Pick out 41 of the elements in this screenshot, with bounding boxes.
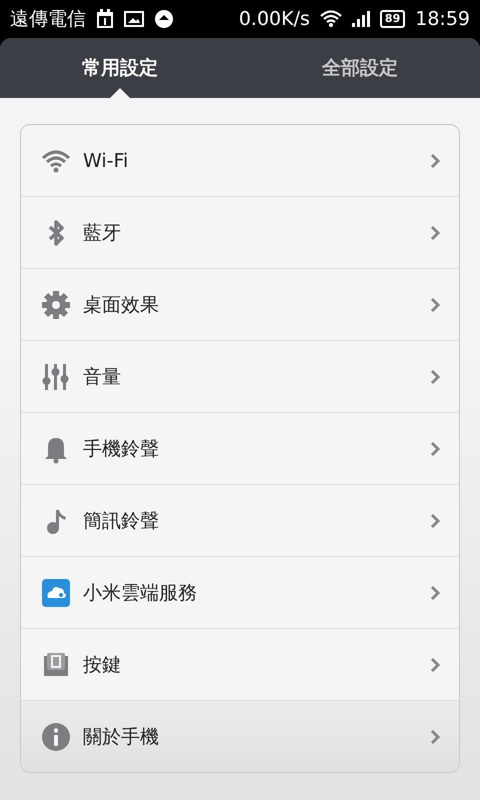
chevron-icon: [429, 656, 441, 672]
chevron-icon: [429, 296, 441, 312]
settings-row[interactable]: 藍牙: [21, 196, 459, 268]
chevron-icon: [429, 152, 441, 168]
settings-row[interactable]: 關於手機: [21, 700, 459, 772]
row-label: 按鍵: [83, 652, 122, 678]
chevron-icon: [429, 440, 441, 456]
row-label: 小米雲端服務: [83, 580, 198, 606]
row-label: Wi-Fi: [83, 150, 130, 172]
wifi-icon: [320, 10, 342, 28]
clock: 18:59: [415, 8, 470, 30]
carrier-name: 遠傳電信: [10, 7, 86, 32]
row-label: 桌面效果: [83, 292, 160, 318]
image-icon: [124, 11, 144, 27]
chevron-icon: [429, 512, 441, 528]
settings-row[interactable]: 音量: [21, 340, 459, 412]
row-label: 簡訊鈴聲: [83, 508, 160, 534]
upload-icon: [154, 9, 174, 29]
settings-row[interactable]: 小米雲端服務: [21, 556, 459, 628]
chevron-icon: [429, 224, 441, 240]
tab[interactable]: 常用設定: [0, 38, 240, 98]
info-icon: [41, 722, 71, 752]
calendar-icon: [96, 9, 114, 29]
settings-row[interactable]: 簡訊鈴聲: [21, 484, 459, 556]
settings-row[interactable]: Wi-Fi: [21, 125, 459, 196]
chevron-icon: [429, 584, 441, 600]
settings-row[interactable]: 手機鈴聲: [21, 412, 459, 484]
chevron-icon: [429, 368, 441, 384]
chevron-icon: [429, 728, 441, 744]
gear-icon: [41, 290, 71, 320]
signal-icon: [352, 11, 370, 27]
network-speed: 0.00K/s: [238, 8, 310, 30]
row-label: 音量: [83, 364, 122, 390]
row-label: 手機鈴聲: [83, 436, 160, 462]
settings-row[interactable]: 桌面效果: [21, 268, 459, 340]
cloud-icon: [41, 578, 71, 608]
sliders-icon: [41, 362, 71, 392]
row-label: 藍牙: [83, 220, 122, 246]
battery-level: 89: [380, 10, 406, 28]
row-label: 關於手機: [83, 724, 160, 750]
tab[interactable]: 全部設定: [240, 38, 480, 98]
